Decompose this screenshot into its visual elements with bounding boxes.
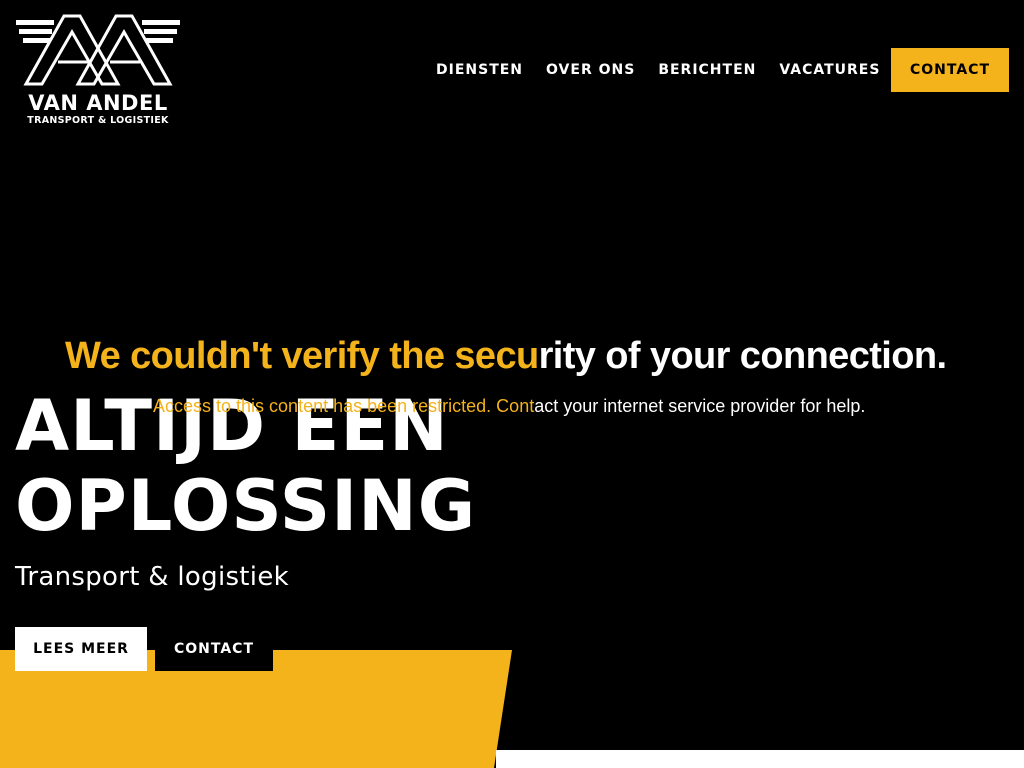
- brand-name: VAN ANDEL: [28, 91, 168, 115]
- nav-item-berichten[interactable]: BERICHTEN: [658, 62, 756, 78]
- hero-title-line2: OPLOSSING: [15, 465, 477, 547]
- error-title-rest: rity of your connection.: [538, 335, 947, 377]
- error-message: Access to this content has been restrict…: [153, 395, 865, 417]
- hero-contact-button[interactable]: CONTACT: [155, 627, 273, 671]
- nav-contact-button[interactable]: CONTACT: [891, 48, 1009, 92]
- nav-item-over-ons[interactable]: OVER ONS: [546, 62, 635, 78]
- error-title-highlight: We couldn't verify the secu: [65, 335, 539, 377]
- lees-meer-button[interactable]: LEES MEER: [15, 627, 147, 671]
- brand-logo[interactable]: VAN ANDEL TRANSPORT & LOGISTIEK: [14, 14, 182, 130]
- brand-tagline: TRANSPORT & LOGISTIEK: [27, 115, 169, 126]
- white-strip: [496, 750, 1024, 768]
- hero-subtitle: Transport & logistiek: [15, 562, 289, 592]
- error-message-rest: act your internet service provider for h…: [534, 396, 866, 416]
- nav-item-diensten[interactable]: DIENSTEN: [436, 62, 523, 78]
- error-message-highlight: Access to this content has been restrict…: [153, 396, 535, 416]
- nav-item-vacatures[interactable]: VACATURES: [779, 62, 880, 78]
- main-nav: DIENSTEN OVER ONS BERICHTEN VACATURES: [436, 62, 903, 78]
- error-title: We couldn't verify the security of your …: [65, 335, 947, 377]
- ava-logo-mark-icon: [16, 14, 180, 86]
